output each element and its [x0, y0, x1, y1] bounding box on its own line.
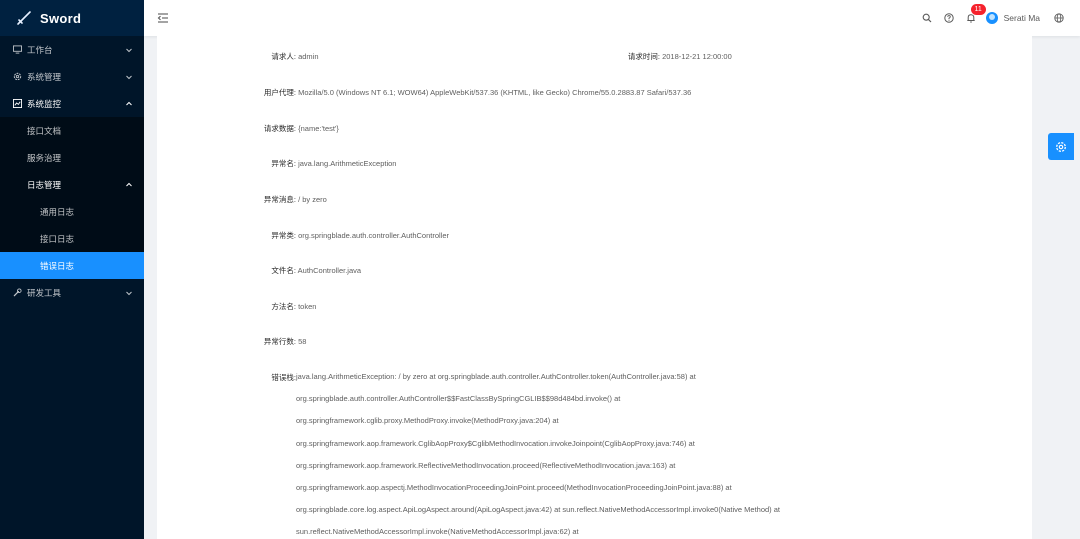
sidebar-item-api-docs[interactable]: 接口文档: [0, 117, 144, 144]
field-value: / by zero: [298, 195, 327, 204]
stack-trace-line: org.springframework.aop.framework.CglibA…: [296, 439, 695, 448]
setting-icon: [12, 72, 22, 82]
stack-trace-line: org.springframework.aop.aspectj.MethodIn…: [296, 483, 732, 492]
field-value: {name:'test'}: [298, 124, 339, 133]
field-request-data: 请求数据: {name:'test'}: [157, 123, 339, 134]
field-label: 异常消息:: [263, 195, 296, 204]
user-name: Serati Ma: [1003, 13, 1040, 23]
sidebar-item-api-log[interactable]: 接口日志: [0, 225, 144, 252]
field-value: org.springblade.auth.controller.AuthCont…: [298, 231, 450, 240]
field-label: 请求数据:: [263, 124, 296, 133]
field-label: 异常行数:: [263, 337, 296, 346]
chevron-down-icon: [126, 75, 132, 79]
globe-icon: [1054, 13, 1064, 23]
setting-drawer-button[interactable]: [1048, 133, 1074, 160]
submenu-monitor: 接口文档 服务治理 日志管理 通用日志 接口日志 错误日志: [0, 117, 144, 279]
field-request-time: 请求时间: 2018-12-21 12:00:00: [157, 51, 732, 62]
sidebar-item-label: 接口文档: [27, 125, 62, 136]
sidebar-item-label: 接口日志: [40, 233, 75, 244]
sidebar-item-label: 通用日志: [40, 206, 75, 217]
tool-icon: [12, 288, 22, 298]
notification-badge: 11: [970, 4, 986, 15]
sidebar-item-log-management[interactable]: 日志管理: [0, 171, 144, 198]
stack-trace-line: java.lang.ArithmeticException: / by zero…: [296, 372, 696, 381]
chevron-up-icon: [126, 101, 132, 105]
sidebar-item-label: 日志管理: [27, 179, 62, 190]
sidebar-item-dashboard[interactable]: 工作台: [0, 36, 144, 63]
error-log-detail: 请求人: admin 请求时间: 2018-12-21 12:00:00 用户代…: [157, 36, 1032, 539]
field-exception-line: 异常行数: 58: [157, 336, 307, 347]
field-exception-message: 异常消息: / by zero: [157, 194, 327, 205]
field-label: 文件名:: [271, 266, 296, 275]
language-button[interactable]: [1048, 0, 1070, 36]
sword-logo-icon: [17, 11, 31, 25]
field-user-agent: 用户代理: Mozilla/5.0 (Windows NT 6.1; WOW64…: [157, 87, 691, 98]
global-header: 11 Serati Ma: [144, 0, 1080, 36]
field-label: 异常类:: [271, 231, 296, 240]
sidebar-item-monitor[interactable]: 系统监控: [0, 90, 144, 117]
sidebar-item-label: 工作台: [27, 44, 53, 55]
sidebar-item-label: 系统管理: [27, 71, 62, 82]
field-label: 请求时间:: [627, 52, 660, 61]
user-menu[interactable]: Serati Ma: [982, 0, 1048, 36]
field-value: token: [298, 302, 317, 311]
desktop-icon: [12, 45, 22, 55]
sidebar-item-label: 服务治理: [27, 152, 62, 163]
search-icon: [922, 13, 932, 23]
field-method-name: 方法名: token: [157, 301, 316, 312]
stack-trace-line: org.springblade.auth.controller.AuthCont…: [296, 394, 621, 403]
field-label: 用户代理:: [263, 88, 296, 97]
field-label: 异常名:: [271, 159, 296, 168]
field-label: 错误栈:: [271, 373, 296, 382]
field-value: 2018-12-21 12:00:00: [662, 52, 732, 61]
chevron-down-icon: [126, 48, 132, 52]
avatar: [985, 12, 998, 24]
field-stack-trace: 错误栈:: [157, 372, 296, 383]
stack-trace-line: org.springframework.aop.framework.Reflec…: [296, 461, 676, 470]
field-exception-name: 异常名: java.lang.ArithmeticException: [157, 158, 396, 169]
header-actions: 11 Serati Ma: [916, 0, 1080, 36]
app-title: Sword: [40, 10, 82, 26]
logo[interactable]: Sword: [0, 0, 144, 36]
chevron-down-icon: [126, 291, 132, 295]
side-menu: 工作台 系统管理 系统监控 接口文档 服务治理 日志管理 通用日志 接口日志 错…: [0, 36, 144, 306]
notification-button[interactable]: 11: [960, 0, 986, 36]
sidebar-item-label: 错误日志: [40, 260, 75, 271]
field-value: Mozilla/5.0 (Windows NT 6.1; WOW64) Appl…: [298, 88, 692, 97]
sidebar-item-service-governance[interactable]: 服务治理: [0, 144, 144, 171]
stack-trace-line: org.springblade.core.log.aspect.ApiLogAs…: [296, 505, 781, 514]
sidebar-item-label: 研发工具: [27, 287, 62, 298]
setting-icon: [1056, 141, 1066, 152]
field-value: 58: [298, 337, 307, 346]
question-circle-icon: [943, 13, 954, 23]
sidebar-item-error-log[interactable]: 错误日志: [0, 252, 144, 279]
search-button[interactable]: [916, 0, 938, 36]
sidebar-item-general-log[interactable]: 通用日志: [0, 198, 144, 225]
menu-fold-icon[interactable]: [157, 12, 169, 24]
field-label: 方法名:: [271, 302, 296, 311]
field-exception-class: 异常类: org.springblade.auth.controller.Aut…: [157, 230, 449, 241]
fund-icon: [12, 99, 22, 109]
field-value: AuthController.java: [297, 266, 362, 275]
stack-trace-line: org.springframework.cglib.proxy.MethodPr…: [296, 416, 559, 425]
field-value: java.lang.ArithmeticException: [298, 159, 397, 168]
field-file-name: 文件名: AuthController.java: [157, 265, 361, 276]
sidebar-item-system[interactable]: 系统管理: [0, 63, 144, 90]
sidebar: Sword 工作台 系统管理 系统监控 接口文档 服务治理 日志管理 通用日志 …: [0, 0, 144, 539]
chevron-up-icon: [126, 182, 132, 186]
sidebar-item-label: 系统监控: [27, 98, 62, 109]
help-button[interactable]: [938, 0, 960, 36]
stack-trace-line: sun.reflect.NativeMethodAccessorImpl.inv…: [296, 527, 579, 536]
sidebar-item-dev-tools[interactable]: 研发工具: [0, 279, 144, 306]
